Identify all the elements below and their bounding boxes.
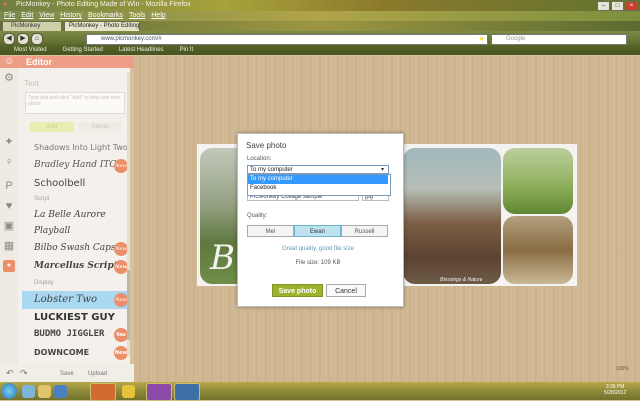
save-link[interactable]: Save [60, 371, 74, 377]
touch-up-icon[interactable]: ♀ [3, 156, 15, 168]
font-item[interactable]: DOWNCOME New [22, 344, 130, 362]
menu-file[interactable]: File [4, 11, 15, 21]
nav-buttons: ◀ ▶ ⌂ [3, 33, 43, 45]
font-item[interactable]: Marcellus Script New [22, 258, 130, 276]
quality-description: Great quality, good file size [282, 246, 354, 252]
window-title: PicMonkey - Photo Editing Made of Win - … [16, 1, 191, 8]
dialog-title: Save photo [246, 141, 287, 150]
quality-ewan-button[interactable]: Ewan [294, 225, 341, 237]
bookmarks-bar: Most Visited Getting Started Latest Head… [0, 45, 640, 55]
editor-header: ☺ Editor [0, 56, 134, 68]
add-text-button[interactable]: Add [30, 122, 74, 132]
taskbar-yahoo[interactable] [146, 383, 172, 401]
menu-history[interactable]: History [60, 11, 82, 21]
text-tool-icon[interactable]: P [3, 180, 15, 192]
font-item[interactable]: BUDMO JIGGLER New [22, 326, 130, 344]
textures-icon[interactable]: ▦ [3, 240, 15, 252]
monkey-logo-icon: ☺ [4, 56, 15, 67]
forward-icon[interactable]: ▶ [17, 33, 29, 45]
minimize-button[interactable]: – [597, 1, 610, 11]
back-icon[interactable]: ◀ [3, 33, 15, 45]
location-select[interactable]: To my computer [247, 165, 389, 174]
close-button[interactable]: × [625, 1, 638, 11]
cancel-button[interactable]: Cancel [326, 284, 366, 297]
font-item[interactable]: La Belle Aurore [22, 206, 130, 224]
new-badge: New [114, 293, 128, 307]
folder-icon[interactable] [38, 385, 51, 398]
start-button[interactable] [1, 383, 17, 399]
new-badge: New [114, 242, 128, 256]
menu-bar: File Edit View History Bookmarks Tools H… [0, 11, 640, 21]
sidebar-footer: ↶ ↷ Save Upload [0, 364, 134, 382]
taskbar-photos[interactable] [174, 383, 200, 401]
media-icon[interactable] [54, 385, 67, 398]
frames-icon[interactable]: ▣ [3, 220, 15, 232]
system-clock: 3:36 PM 5/28/2012 [604, 384, 626, 396]
redo-icon[interactable]: ↷ [20, 368, 28, 379]
chevron-down-icon[interactable]: ▾ [381, 166, 384, 173]
save-photo-button[interactable]: Save photo [272, 284, 323, 297]
text-input[interactable]: Type text and click "Add" to drop text o… [25, 92, 125, 114]
ie-icon[interactable] [22, 385, 35, 398]
effects-icon[interactable]: ✦ [3, 136, 15, 148]
menu-bookmarks[interactable]: Bookmarks [88, 11, 123, 21]
font-item[interactable]: Bradley Hand ITC New [22, 157, 130, 175]
window-controls: – □ × [597, 1, 638, 11]
quality-mel-button[interactable]: Mel [247, 225, 294, 237]
file-size: File size: 109 KB [295, 260, 341, 266]
taskbar-firefox[interactable] [90, 383, 116, 401]
bookmark-star-icon[interactable]: ★ [478, 34, 485, 43]
category-label-display: Display [34, 280, 54, 286]
font-item[interactable]: Playball [22, 223, 130, 241]
location-label: Location: [247, 156, 272, 162]
new-badge: New [114, 328, 128, 342]
home-icon[interactable]: ⌂ [31, 33, 43, 45]
maximize-button[interactable]: □ [611, 1, 624, 11]
font-item[interactable]: LUCKIEST GUY [22, 309, 130, 327]
new-themes-icon[interactable]: ★ [3, 260, 15, 272]
undo-icon[interactable]: ↶ [6, 368, 14, 379]
new-badge: New [114, 260, 128, 274]
firefox-icon: ● [3, 1, 8, 8]
url-bar[interactable]: www.picmonkey.com/# [86, 34, 488, 45]
window-titlebar: ● PicMonkey - Photo Editing Made of Win … [0, 0, 640, 11]
edit-tools-icon[interactable]: ⚙ [3, 72, 15, 84]
option-to-my-computer[interactable]: To my computer [248, 175, 388, 184]
new-badge: New [114, 346, 128, 360]
menu-tools[interactable]: Tools [129, 11, 145, 21]
search-icon[interactable]: ⌕ [617, 33, 621, 43]
font-item[interactable]: Schoolbell [22, 175, 130, 193]
option-facebook[interactable]: Facebook [248, 184, 388, 193]
search-input[interactable]: Google [491, 34, 627, 45]
menu-help[interactable]: Help [151, 11, 165, 21]
overlays-icon[interactable]: ♥ [3, 200, 15, 212]
quality-label: Quality: [247, 213, 268, 219]
clock-date: 5/28/2012 [604, 390, 627, 396]
bookmark-getting-started[interactable]: Getting Started [63, 45, 103, 55]
tool-icon-column: ⚙ ✦ ♀ P ♥ ▣ ▦ ★ [0, 68, 18, 364]
panel-title: Text [24, 79, 39, 88]
font-item-selected[interactable]: Lobster Two New [22, 291, 130, 309]
menu-view[interactable]: View [39, 11, 54, 21]
editor-title: Editor [26, 57, 52, 67]
category-label-script: Script [34, 196, 50, 202]
bookmark-latest-headlines[interactable]: Latest Headlines [119, 45, 164, 55]
upload-link[interactable]: Upload [88, 371, 107, 377]
bookmark-most-visited[interactable]: Most Visited [14, 45, 47, 55]
font-item[interactable]: Shadows Into Light Two [22, 139, 130, 157]
new-badge: New [114, 159, 128, 173]
scrollbar-thumb[interactable] [127, 270, 130, 340]
chrome-icon[interactable] [122, 385, 135, 398]
menu-edit[interactable]: Edit [21, 11, 33, 21]
delete-text-button[interactable]: Delete [78, 122, 122, 132]
font-item[interactable]: Bilbo Swash Caps New [22, 240, 130, 258]
quality-russell-button[interactable]: Russell [341, 225, 388, 237]
bookmark-pin-it[interactable]: Pin It [180, 45, 194, 55]
